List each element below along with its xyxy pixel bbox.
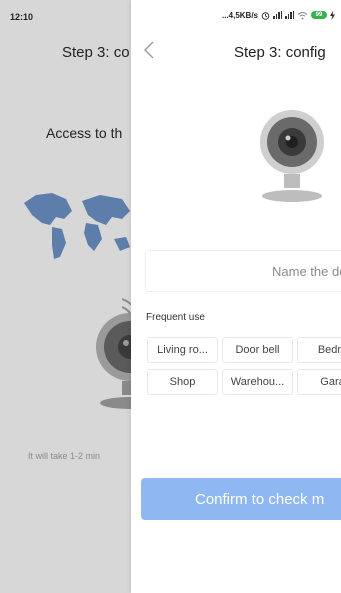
background-page-title: Step 3: co [62, 44, 130, 61]
status-time: 12:10 [10, 12, 34, 22]
battery-indicator: 99 [311, 11, 327, 19]
device-name-input[interactable] [146, 251, 341, 291]
back-button[interactable] [139, 38, 159, 62]
configure-device-page: Step 3: config Frequent use Living ro...… [131, 0, 341, 593]
signal-icon [273, 11, 282, 19]
wifi-icon [297, 11, 308, 19]
chip-door-bell[interactable]: Door bell [222, 337, 293, 363]
chip-warehouse[interactable]: Warehou... [222, 369, 293, 395]
chip-garage[interactable]: Gara [297, 369, 341, 395]
network-speed: ...4,5KB/s [221, 10, 258, 20]
charging-icon [330, 10, 335, 20]
confirm-button[interactable]: Confirm to check m [141, 478, 341, 520]
signal-icon [285, 11, 294, 19]
page-title: Step 3: config [234, 44, 326, 61]
chip-shop[interactable]: Shop [147, 369, 218, 395]
back-chevron-icon [144, 41, 154, 59]
device-name-field[interactable] [145, 250, 341, 292]
world-map-icon [24, 193, 130, 259]
alarm-icon [261, 11, 270, 20]
frequent-use-row-1: Living ro... Door bell Bedro [147, 337, 341, 363]
status-bar-indicators: ...4,5KB/s 99 [222, 8, 335, 22]
chip-bedroom[interactable]: Bedro [297, 337, 341, 363]
frequent-use-label: Frequent use [146, 312, 205, 323]
frequent-use-row-2: Shop Warehou... Gara [147, 369, 341, 395]
background-access-text: Access to th [46, 125, 123, 141]
background-hint-text: It will take 1-2 min [28, 451, 101, 461]
chip-living-room[interactable]: Living ro... [147, 337, 218, 363]
webcam-icon [260, 110, 324, 202]
